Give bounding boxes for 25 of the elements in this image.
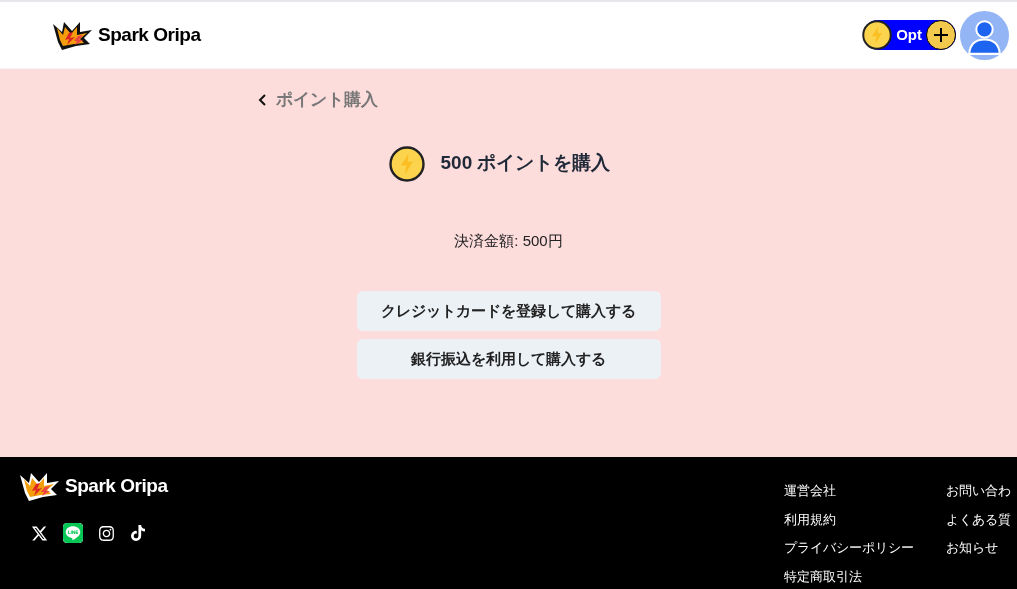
chat-social-icon[interactable] [63, 523, 83, 543]
logo-text: Spark Oripa [98, 22, 201, 47]
add-points-icon[interactable] [926, 20, 956, 50]
x-social-icon[interactable] [31, 524, 48, 542]
footer-link[interactable]: 特定商取引法 [784, 566, 862, 586]
purchase-title: 500 ポイントを購入 [440, 151, 611, 176]
coin-icon [388, 145, 425, 182]
footer-link[interactable]: お問い合わ [946, 481, 1011, 501]
user-avatar-icon[interactable] [960, 10, 1009, 60]
points-text: Opt [895, 24, 923, 45]
footer-link[interactable]: よくある質 [946, 509, 1011, 529]
camera-social-icon[interactable] [98, 524, 115, 542]
footer-link[interactable]: お知らせ [946, 538, 998, 558]
footer-link[interactable]: 運営会社 [784, 481, 836, 501]
footer-logo-text: Spark Oripa [65, 473, 168, 498]
purchase-button[interactable]: 銀行振込を利用して購入する [356, 339, 661, 379]
points-pill[interactable]: Opt [863, 20, 956, 50]
payment-amount: 決済金額: 500円 [453, 230, 564, 251]
footer-link[interactable]: 利用規約 [784, 509, 836, 529]
purchase-button[interactable]: クレジットカードを登録して購入する [356, 291, 661, 331]
note-social-icon[interactable] [130, 525, 146, 541]
coin-icon [862, 20, 893, 50]
footer-link[interactable]: プライバシーポリシー [784, 538, 914, 558]
back-icon [258, 93, 268, 106]
back-link[interactable]: ポイント購入 [258, 87, 378, 113]
